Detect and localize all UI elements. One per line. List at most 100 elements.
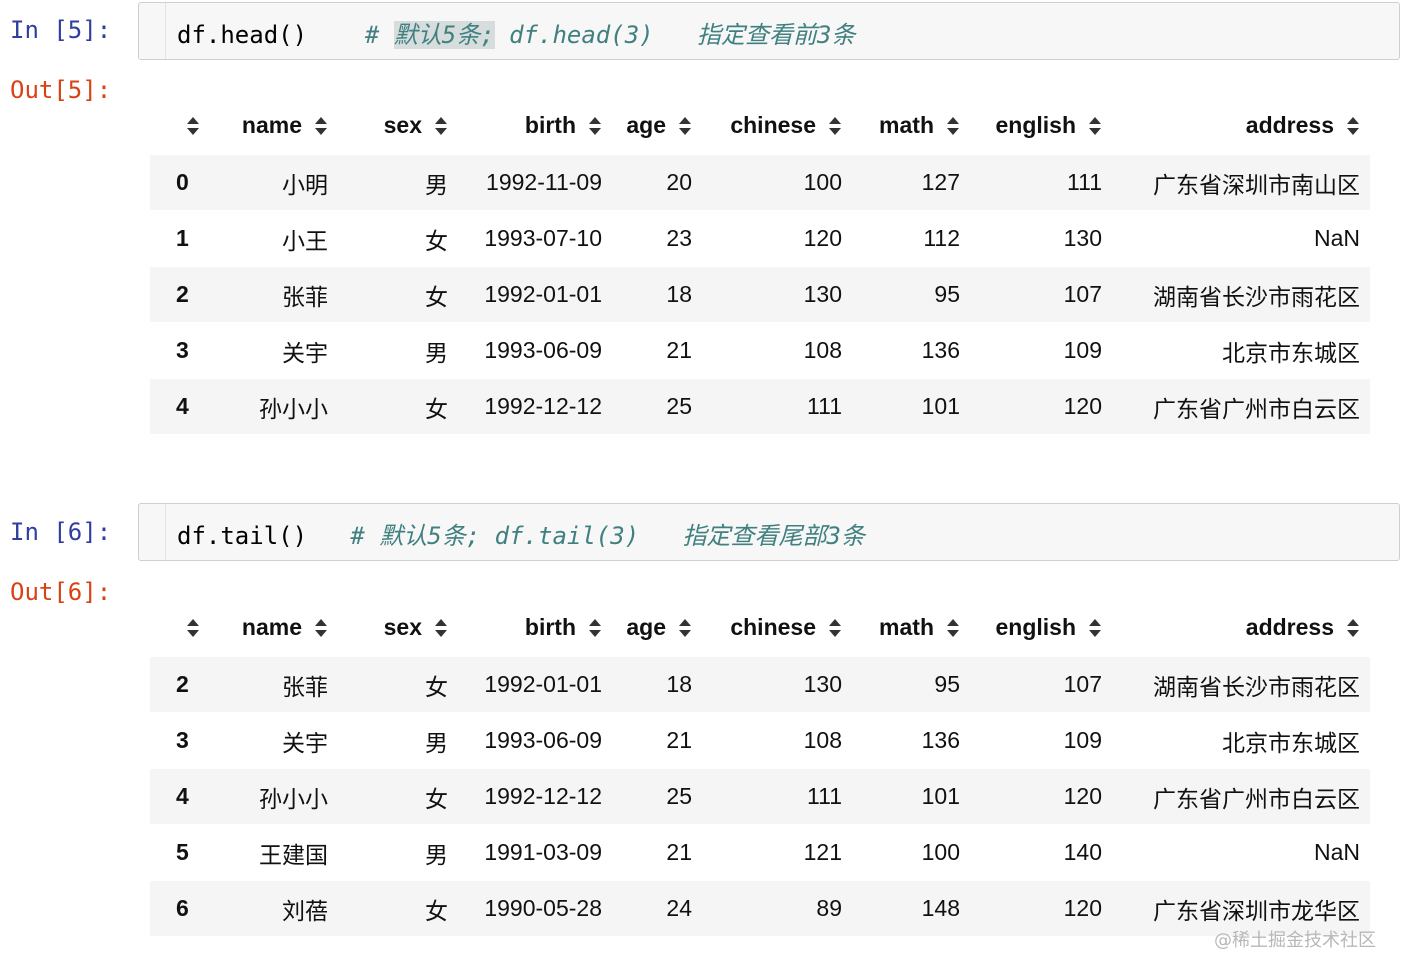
input-prompt: In [6]:: [10, 518, 112, 546]
cell-age: 20: [612, 154, 702, 211]
row-index: 5: [150, 824, 210, 881]
cell-math: 95: [852, 656, 970, 713]
cell-age: 23: [612, 210, 702, 267]
column-header-label: birth: [524, 613, 576, 640]
index-header[interactable]: [150, 598, 210, 657]
cell-sex: 女: [338, 210, 458, 267]
column-header-age[interactable]: age: [612, 598, 702, 657]
column-header-address[interactable]: address: [1112, 96, 1370, 155]
cell-math: 127: [852, 154, 970, 211]
cell-age: 24: [612, 880, 702, 936]
table-row: 2 张菲女 1992-01-01 18 130 95 107 湖南省长沙市雨花区: [150, 266, 1370, 323]
sort-arrows-icon[interactable]: [314, 618, 328, 638]
column-header-label: english: [995, 613, 1076, 640]
column-header-label: birth: [524, 111, 576, 138]
column-header-age[interactable]: age: [612, 96, 702, 155]
sort-arrows-icon[interactable]: [588, 618, 602, 638]
cell-math: 112: [852, 210, 970, 267]
cell-english: 120: [970, 880, 1112, 936]
code-input-area[interactable]: df.tail() # 默认5条; df.tail(3) 指定查看尾部3条: [138, 503, 1400, 561]
cell-sex: 女: [338, 768, 458, 825]
sort-arrows-icon[interactable]: [314, 116, 328, 136]
sort-arrows-icon[interactable]: [434, 116, 448, 136]
column-header-label: name: [241, 111, 302, 138]
comment-rest: 默认5条; df.tail(3) 指定查看尾部3条: [379, 522, 865, 550]
cell-name: 孙小小: [210, 768, 338, 825]
sort-arrows-icon[interactable]: [1346, 116, 1360, 136]
sort-arrows-icon[interactable]: [828, 618, 842, 638]
column-header-english[interactable]: english: [970, 598, 1112, 657]
column-header-english[interactable]: english: [970, 96, 1112, 155]
column-header-label: english: [995, 111, 1076, 138]
cell-birth: 1992-01-01: [458, 656, 612, 713]
cell-name: 孙小小: [210, 378, 338, 434]
column-header-birth[interactable]: birth: [458, 96, 612, 155]
table-row: 4 孙小小女 1992-12-12 25 111 101 120 广东省广州市白云区: [150, 768, 1370, 825]
code-line[interactable]: df.head() # 默认5条; df.head(3) 指定查看前3条: [177, 15, 855, 50]
sort-arrows-icon[interactable]: [678, 618, 692, 638]
cell-name: 小王: [210, 210, 338, 267]
column-header-chinese[interactable]: chinese: [702, 598, 852, 657]
table-row: 2 张菲女 1992-01-01 18 130 95 107 湖南省长沙市雨花区: [150, 656, 1370, 713]
cell-math: 136: [852, 322, 970, 379]
cell-math: 136: [852, 712, 970, 769]
column-header-label: address: [1245, 613, 1334, 640]
input-prompt: In [5]:: [10, 16, 112, 44]
cell-name: 张菲: [210, 656, 338, 713]
column-header-label: chinese: [730, 613, 816, 640]
cell-name: 小明: [210, 154, 338, 211]
column-header-name[interactable]: name: [210, 598, 338, 657]
code-input-area[interactable]: df.head() # 默认5条; df.head(3) 指定查看前3条: [138, 2, 1400, 60]
column-header-math[interactable]: math: [852, 96, 970, 155]
cell-math: 100: [852, 824, 970, 881]
sort-arrows-icon[interactable]: [434, 618, 448, 638]
sort-arrows-icon[interactable]: [946, 116, 960, 136]
row-index: 4: [150, 378, 210, 434]
row-index: 4: [150, 768, 210, 825]
input-gutter: [165, 3, 166, 59]
comment-hash: #: [350, 522, 380, 550]
input-gutter: [165, 504, 166, 560]
dataframe-table: name sex birth age chinese math english address…: [150, 598, 1370, 936]
column-header-name[interactable]: name: [210, 96, 338, 155]
sort-arrows-icon[interactable]: [678, 116, 692, 136]
sort-arrows-icon[interactable]: [186, 618, 200, 638]
cell-name: 刘蓓: [210, 880, 338, 936]
sort-arrows-icon[interactable]: [1346, 618, 1360, 638]
code-comment: # 默认5条; df.head(3) 指定查看前3条: [365, 21, 855, 49]
header-row: name sex birth age chinese math english address: [150, 96, 1370, 155]
cell-address: 广东省广州市白云区: [1112, 378, 1370, 434]
cell-chinese: 108: [702, 712, 852, 769]
table-row: 1 小王女 1993-07-10 23 120 112 130 NaN: [150, 210, 1370, 267]
cell-age: 25: [612, 378, 702, 434]
sort-arrows-icon[interactable]: [186, 116, 200, 136]
cell-chinese: 130: [702, 266, 852, 323]
cell-birth: 1990-05-28: [458, 880, 612, 936]
sort-arrows-icon[interactable]: [1088, 618, 1102, 638]
cell-chinese: 111: [702, 768, 852, 825]
sort-arrows-icon[interactable]: [1088, 116, 1102, 136]
code-line[interactable]: df.tail() # 默认5条; df.tail(3) 指定查看尾部3条: [177, 516, 865, 551]
cell-chinese: 130: [702, 656, 852, 713]
column-header-label: chinese: [730, 111, 816, 138]
column-header-math[interactable]: math: [852, 598, 970, 657]
index-header[interactable]: [150, 96, 210, 155]
cell-math: 101: [852, 768, 970, 825]
cell-sex: 女: [338, 266, 458, 323]
cell-age: 18: [612, 266, 702, 323]
cell-address: 北京市东城区: [1112, 712, 1370, 769]
cell-english: 107: [970, 266, 1112, 323]
cell-age: 21: [612, 322, 702, 379]
table-row: 6 刘蓓女 1990-05-28 24 89 148 120 广东省深圳市龙华区: [150, 880, 1370, 936]
sort-arrows-icon[interactable]: [946, 618, 960, 638]
column-header-sex[interactable]: sex: [338, 96, 458, 155]
sort-arrows-icon[interactable]: [828, 116, 842, 136]
column-header-sex[interactable]: sex: [338, 598, 458, 657]
sort-arrows-icon[interactable]: [588, 116, 602, 136]
column-header-label: age: [626, 613, 666, 640]
code-comment: # 默认5条; df.tail(3) 指定查看尾部3条: [350, 522, 865, 550]
column-header-birth[interactable]: birth: [458, 598, 612, 657]
column-header-chinese[interactable]: chinese: [702, 96, 852, 155]
cell-sex: 男: [338, 154, 458, 211]
column-header-address[interactable]: address: [1112, 598, 1370, 657]
